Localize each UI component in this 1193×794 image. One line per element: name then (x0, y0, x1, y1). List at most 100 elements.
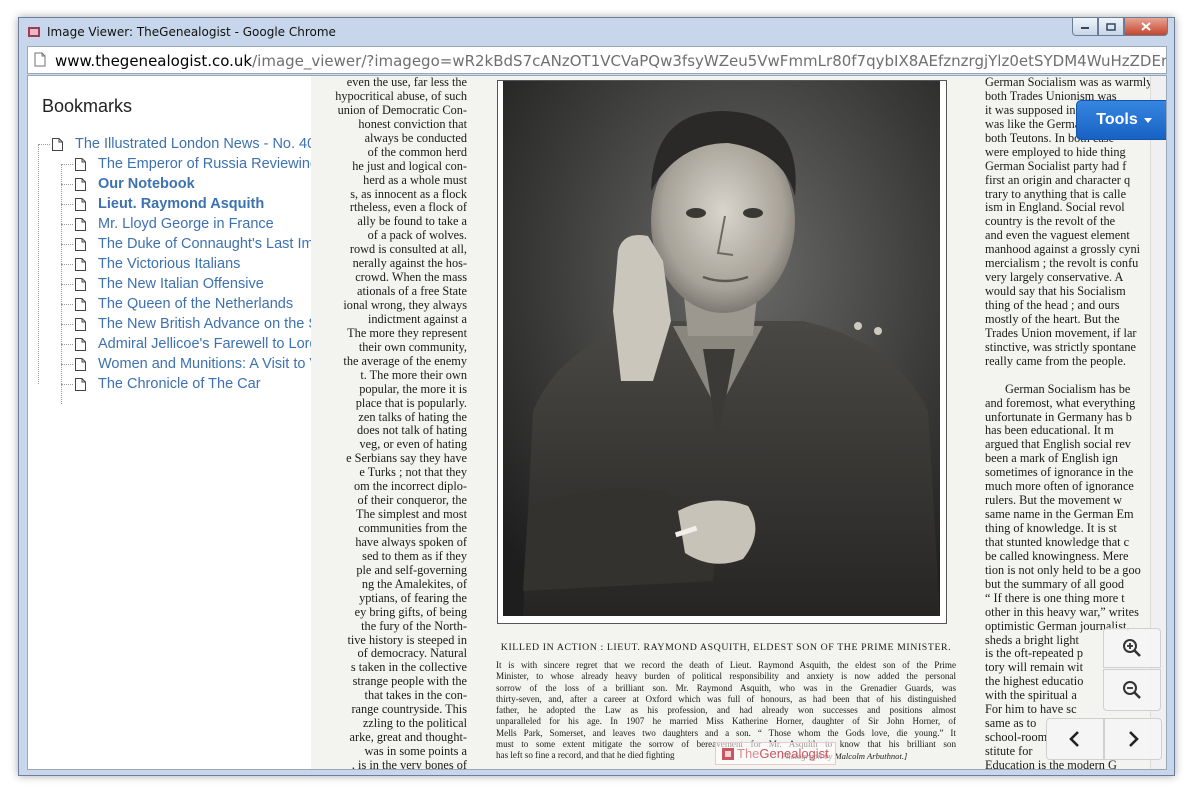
bookmark-item[interactable]: Mr. Lloyd George in France (61, 214, 274, 234)
text-line: The more they represent (347, 325, 467, 340)
text-line: place that is popularly. (355, 395, 467, 410)
text-line: mercialism ; the revolt is confu (985, 256, 1139, 271)
bookmarks-sidebar: Bookmarks The Illustrated London News - … (28, 76, 311, 753)
caption-line: Minister, to whose already heavy burden … (496, 671, 956, 682)
browser-window: Image Viewer: TheGenealogist - Google Ch… (18, 17, 1175, 776)
watermark-the: The (737, 746, 760, 761)
text-line: he just and logical con- (352, 158, 467, 173)
tree-connector (61, 183, 73, 185)
bookmark-item[interactable]: Our Notebook (61, 174, 195, 194)
document-icon (75, 297, 86, 311)
bookmark-label: The Victorious Italians (98, 256, 241, 272)
caret-down-icon (1143, 117, 1152, 123)
text-line: the average of the enemy (343, 353, 467, 368)
maximize-button[interactable] (1098, 18, 1124, 36)
minimize-icon (1081, 26, 1089, 29)
text-line: e Turks ; not that they (359, 465, 467, 480)
text-line: strange people with the (352, 674, 467, 689)
left-text-column: even the use, far less the hypocritical a… (323, 76, 467, 769)
address-bar[interactable]: www.thegenealogist.co.uk/image_viewer/?i… (27, 46, 1167, 74)
bookmark-label: The Queen of the Netherlands (98, 296, 294, 312)
text-line: sed to them as if they (362, 548, 467, 563)
bookmark-item[interactable]: Admiral Jellicoe's Farewell to Lord (61, 334, 311, 354)
text-line: of democracy. Natural (357, 646, 467, 661)
text-line: but the summary of all good (985, 576, 1125, 591)
bookmark-item[interactable]: The Duke of Connaught's Last Im (61, 234, 311, 254)
text-line: “ If there is one thing more t (985, 590, 1125, 605)
text-line: country is the revolt of the (985, 214, 1116, 229)
text-line: rowd is consulted at all, (349, 242, 467, 257)
text-line: nerally against the hos- (352, 256, 467, 271)
watermark-brand: Genealogist (759, 746, 829, 761)
text-line: mostly of the heart. But the (985, 311, 1120, 326)
text-line: ng the Amalekites, of (361, 576, 467, 591)
bookmark-item[interactable]: The Emperor of Russia Reviewing (61, 154, 311, 174)
bookmarks-title: Bookmarks (42, 96, 133, 116)
tools-dropdown-button[interactable]: Tools (1076, 100, 1166, 140)
bookmark-item[interactable]: Women and Munitions: A Visit to V (61, 354, 311, 374)
bookmark-item[interactable]: The Victorious Italians (61, 254, 240, 274)
tree-connector (61, 163, 73, 165)
thegenealogist-watermark: The Genealogist (715, 742, 836, 765)
bookmark-label: Our Notebook (98, 176, 195, 192)
maximize-icon (1106, 22, 1116, 31)
next-page-button[interactable] (1104, 718, 1162, 760)
text-line: does not talk of hating (357, 423, 467, 438)
text-line: were employed to hide thing (985, 144, 1126, 159)
bookmark-root[interactable]: The Illustrated London News - No. 40 (38, 134, 311, 154)
text-line: be called knowingness. Mere (985, 548, 1129, 563)
bookmark-item[interactable]: The Chronicle of The Car (61, 374, 261, 394)
text-line: range countryside. This (351, 702, 467, 717)
text-line: have always spoken of (355, 534, 467, 549)
text-line: thing of knowledge. It is st (985, 521, 1117, 535)
bookmark-label: Lieut. Raymond Asquith (98, 196, 265, 212)
newspaper-page[interactable]: even the use, far less the hypocritical a… (311, 76, 1166, 769)
chevron-left-icon (1069, 731, 1079, 747)
text-line: popular, the more it is (359, 381, 467, 396)
bookmark-item[interactable]: Lieut. Raymond Asquith (61, 194, 264, 214)
photo-caption-heading: KILLED IN ACTION : LIEUT. RAYMOND ASQUIT… (500, 642, 952, 653)
close-button[interactable] (1124, 18, 1168, 36)
text-line: honest conviction that (358, 116, 467, 131)
portrait-photo (503, 81, 940, 616)
text-line: and even the vaguest element (985, 228, 1130, 243)
text-line: has been educational. It m (985, 423, 1114, 438)
tree-connector (61, 303, 73, 305)
bookmark-item[interactable]: The New British Advance on the S (61, 314, 311, 334)
bookmark-item[interactable]: The Queen of the Netherlands (61, 294, 293, 314)
document-icon (75, 317, 86, 331)
text-line: union of Democratic Con- (337, 102, 467, 117)
text-line: German Socialism was as warmly (985, 76, 1153, 89)
zoom-out-button[interactable] (1103, 669, 1161, 711)
text-line: even the use, far less the (346, 76, 467, 89)
previous-page-button[interactable] (1046, 718, 1104, 760)
bookmark-label: The Duke of Connaught's Last Im (98, 236, 311, 252)
bookmark-item[interactable]: The New Italian Offensive (61, 274, 264, 294)
text-line (985, 369, 1166, 383)
text-line: same name in the German Em (985, 507, 1134, 522)
bookmark-label: The New British Advance on the S (98, 316, 311, 332)
document-icon (52, 137, 63, 151)
document-icon (75, 257, 86, 271)
genealogist-logo-icon (722, 747, 734, 760)
tree-connector (61, 343, 73, 345)
title-bar[interactable]: Image Viewer: TheGenealogist - Google Ch… (19, 18, 1174, 45)
text-line: rtheless, even a flock of (349, 200, 467, 215)
text-line: tion is not only held to be a goo (985, 562, 1141, 577)
text-line: argued that English social rev (985, 437, 1131, 452)
text-line: manhood against a grossly cyni (985, 242, 1141, 257)
window-controls (1072, 18, 1168, 38)
minimize-button[interactable] (1072, 18, 1098, 36)
text-line: ally be found to take a (357, 214, 467, 229)
chevron-right-icon (1129, 731, 1139, 747)
text-line: Trades Union movement, if lar (985, 325, 1137, 340)
zoom-in-button[interactable] (1103, 628, 1161, 668)
tree-connector (61, 323, 73, 325)
text-line: German Socialism has be (1005, 381, 1131, 396)
bookmark-label: Women and Munitions: A Visit to V (98, 356, 311, 372)
document-icon (75, 337, 86, 351)
document-icon (75, 197, 86, 211)
text-line: the fury of the North- (361, 618, 467, 633)
url-text[interactable]: www.thegenealogist.co.uk/image_viewer/?i… (55, 52, 1166, 70)
text-line: thing of the head ; and ours (985, 298, 1120, 312)
